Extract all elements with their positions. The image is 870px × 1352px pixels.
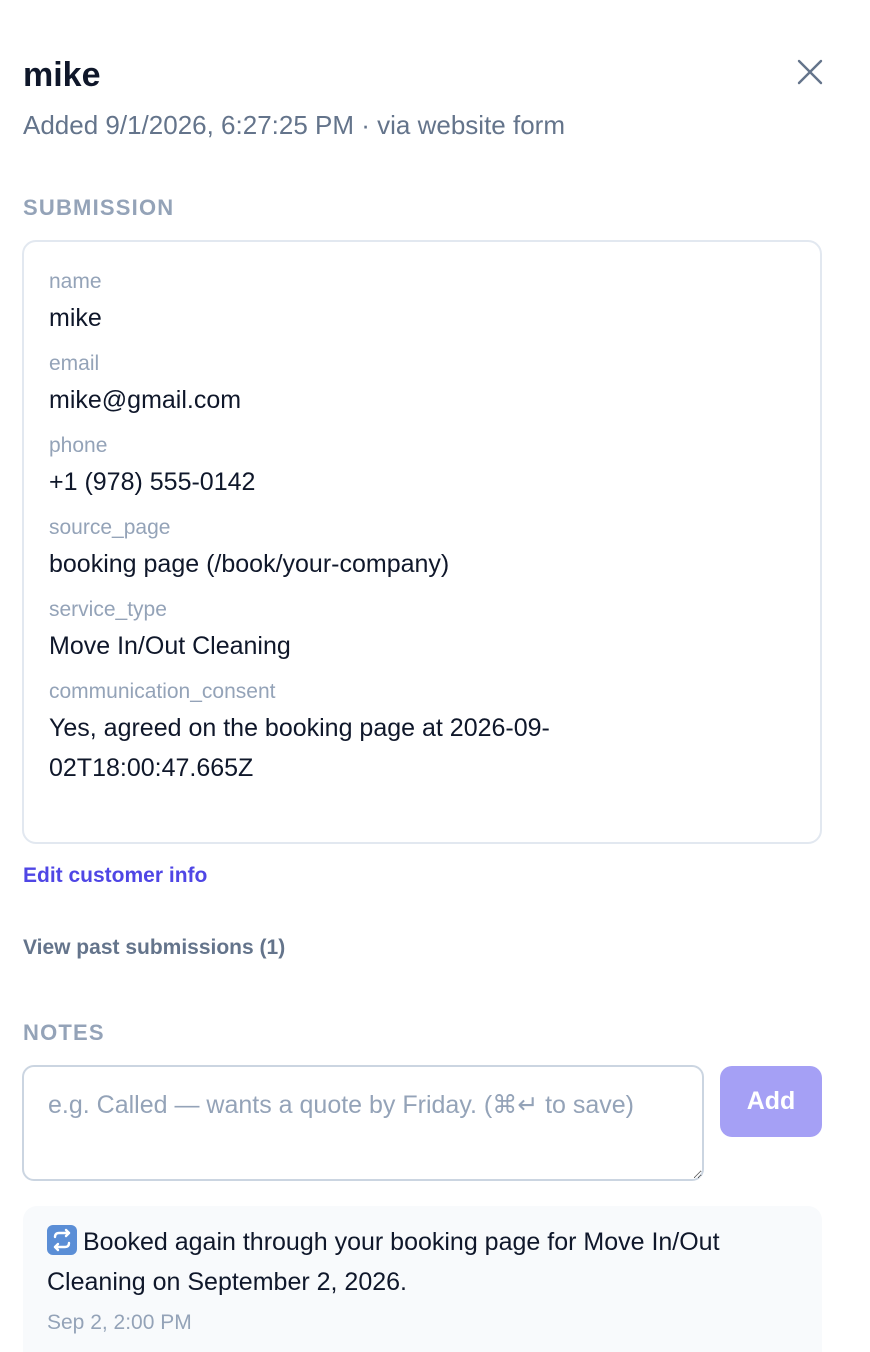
close-icon [797,59,823,85]
notes-heading: NOTES [23,1020,105,1045]
note-item: Booked again through your booking page f… [23,1206,822,1352]
field-value: Yes, agreed on the booking page at 2026-… [49,714,550,782]
field-label: name [49,270,102,293]
field-label: service_type [49,598,167,621]
field-value: +1 (978) 555-0142 [49,468,256,496]
field-name: name mike [49,268,795,338]
submission-heading: SUBMISSION [23,195,175,220]
field-value: mike [49,304,102,332]
customer-name-title: mike [23,56,101,94]
note-timestamp: Sep 2, 2:00 PM [47,1311,192,1334]
note-text-row: Booked again through your booking page f… [47,1222,798,1302]
repeat-icon [47,1225,77,1255]
edit-customer-info-link[interactable]: Edit customer info [23,861,207,891]
view-past-submissions-link[interactable]: View past submissions (1) [23,933,285,963]
note-input[interactable] [22,1065,704,1181]
customer-detail-panel: mike Added 9/1/2026, 6:27:25 PM · via we… [0,0,870,1352]
field-phone: phone +1 (978) 555-0142 [49,432,795,502]
field-value: mike@gmail.com [49,386,242,414]
field-label: communication_consent [49,680,276,703]
field-email: email mike@gmail.com [49,350,795,420]
field-source-page: source_page booking page (/book/your-com… [49,514,795,584]
submission-card: name mike email mike@gmail.com phone +1 … [22,240,822,844]
field-value: booking page (/book/your-company) [49,550,450,578]
add-note-button[interactable]: Add [720,1066,822,1137]
added-timestamp: Added 9/1/2026, 6:27:25 PM · via website… [23,110,565,140]
field-label: email [49,352,100,375]
field-communication-consent: communication_consent Yes, agreed on the… [49,678,795,788]
field-service-type: service_type Move In/Out Cleaning [49,596,795,666]
note-text: Booked again through your booking page f… [47,1228,720,1296]
field-label: source_page [49,516,171,539]
close-button[interactable] [790,52,830,92]
field-label: phone [49,434,108,457]
field-value: Move In/Out Cleaning [49,632,291,660]
